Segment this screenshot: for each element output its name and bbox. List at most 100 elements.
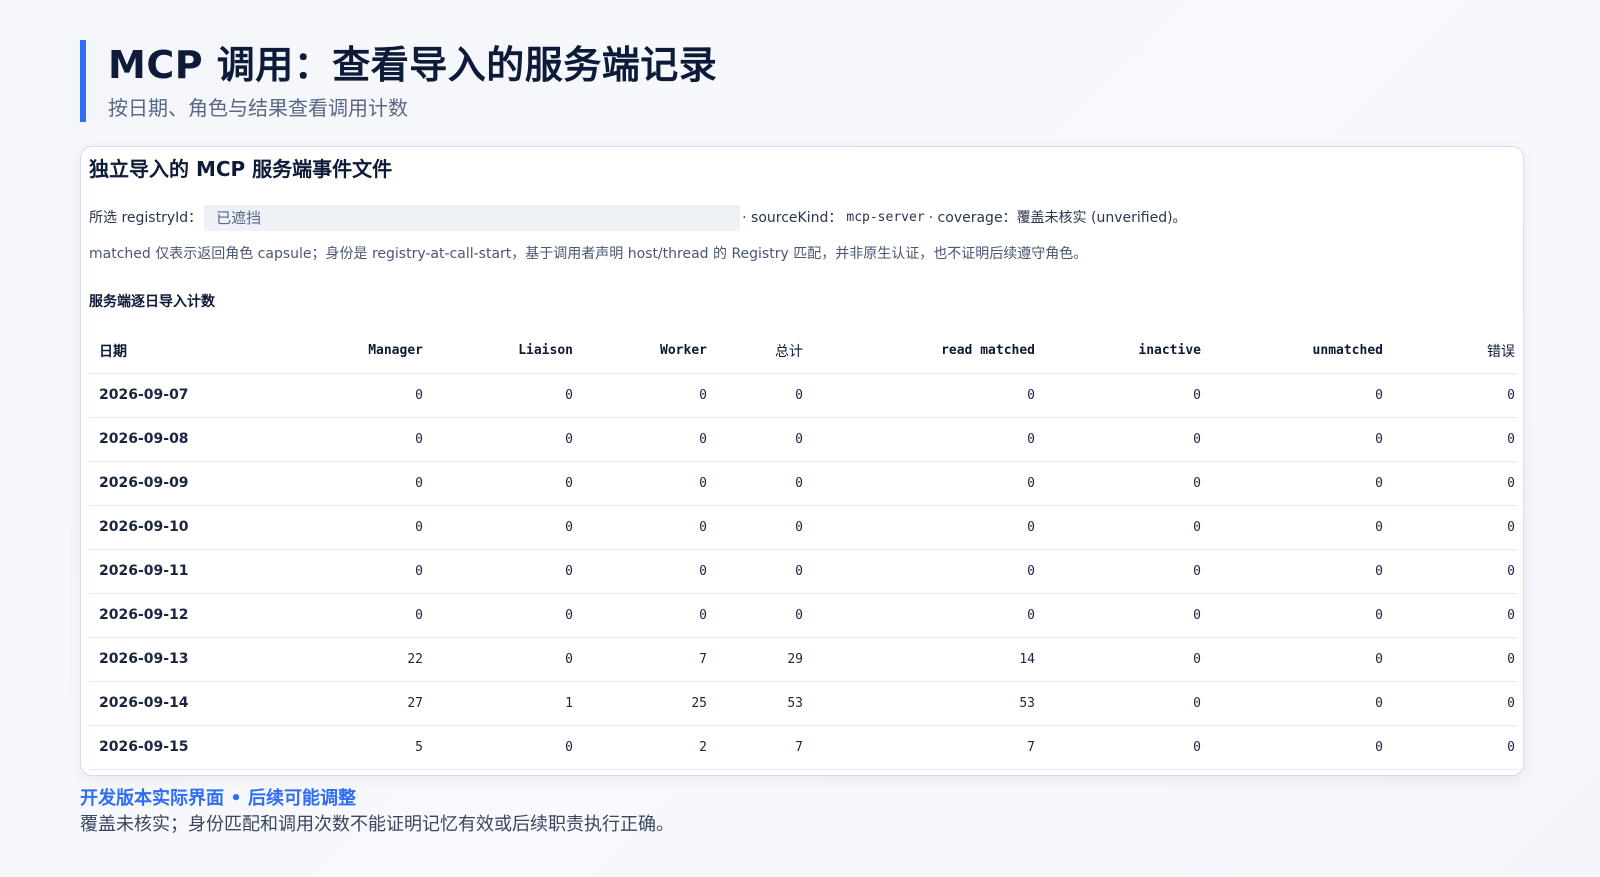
count-cell: 0 xyxy=(1203,637,1385,682)
count-cell: 0 xyxy=(425,593,575,638)
page-title: MCP 调用：查看导入的服务端记录 xyxy=(108,43,718,87)
column-header: unmatched xyxy=(1203,329,1385,374)
count-cell: 0 xyxy=(709,593,805,638)
column-header: 总计 xyxy=(709,329,805,374)
count-cell: 0 xyxy=(1037,505,1203,550)
count-cell: 0 xyxy=(1037,549,1203,594)
daily-import-table: 日期 Manager Liaison Worker 总计 read matched inac… xyxy=(89,329,1517,770)
table-row: 2026-09-12 0 0 0 0 0 0 0 0 xyxy=(89,593,1517,638)
table-row: 2026-09-08 0 0 0 0 0 0 0 0 xyxy=(89,417,1517,462)
row-date: 2026-09-10 xyxy=(89,505,249,550)
count-cell: 29 xyxy=(709,637,805,682)
count-cell: 53 xyxy=(805,681,1037,726)
table-row: 2026-09-09 0 0 0 0 0 0 0 0 xyxy=(89,461,1517,506)
row-date: 2026-09-08 xyxy=(89,417,249,462)
table-header-row: 日期 Manager Liaison Worker 总计 read matched inac… xyxy=(89,329,1517,374)
count-cell: 22 xyxy=(249,637,425,682)
count-cell: 0 xyxy=(1385,549,1517,594)
count-cell: 0 xyxy=(1203,681,1385,726)
count-cell: 0 xyxy=(249,549,425,594)
count-cell: 7 xyxy=(709,725,805,770)
count-cell: 0 xyxy=(425,637,575,682)
footer-label: 开发版本实际界面 • 后续可能调整 xyxy=(80,788,357,809)
count-cell: 0 xyxy=(249,461,425,506)
count-cell: 0 xyxy=(1037,681,1203,726)
count-cell: 0 xyxy=(1037,461,1203,506)
count-cell: 0 xyxy=(709,461,805,506)
column-header: Worker xyxy=(575,329,709,374)
page-header: MCP 调用：查看导入的服务端记录 按日期、角色与结果查看调用计数 xyxy=(80,40,717,122)
registry-id-masked-value: 已遮挡 xyxy=(204,205,741,231)
count-cell: 0 xyxy=(709,373,805,418)
column-header: 错误 xyxy=(1385,329,1517,374)
count-cell: 0 xyxy=(249,593,425,638)
count-cell: 5 xyxy=(249,725,425,770)
count-cell: 0 xyxy=(575,417,709,462)
count-cell: 0 xyxy=(575,593,709,638)
count-cell: 0 xyxy=(425,373,575,418)
count-cell: 0 xyxy=(425,417,575,462)
count-cell: 0 xyxy=(805,505,1037,550)
column-header: 日期 xyxy=(89,329,249,374)
column-header: inactive xyxy=(1037,329,1203,374)
table-row: 2026-09-15 5 0 2 7 7 0 0 0 xyxy=(89,725,1517,770)
count-cell: 0 xyxy=(1385,461,1517,506)
registry-meta: 所选 registryId： 已遮挡 · sourceKind： mcp-ser… xyxy=(89,205,1515,231)
table-row: 2026-09-13 22 0 7 29 14 0 0 0 xyxy=(89,637,1517,682)
page-subtitle: 按日期、角色与结果查看调用计数 xyxy=(108,96,408,120)
count-cell: 0 xyxy=(1385,637,1517,682)
count-cell: 0 xyxy=(1037,373,1203,418)
count-cell: 0 xyxy=(575,461,709,506)
row-date: 2026-09-09 xyxy=(89,461,249,506)
count-cell: 0 xyxy=(1203,373,1385,418)
row-date: 2026-09-11 xyxy=(89,549,249,594)
column-header: read matched xyxy=(805,329,1037,374)
count-cell: 0 xyxy=(425,461,575,506)
count-cell: 0 xyxy=(575,505,709,550)
count-cell: 53 xyxy=(709,681,805,726)
count-cell: 0 xyxy=(1037,725,1203,770)
source-kind-label: · sourceKind： xyxy=(742,210,843,226)
count-cell: 2 xyxy=(575,725,709,770)
count-cell: 0 xyxy=(1385,373,1517,418)
count-cell: 0 xyxy=(1385,505,1517,550)
source-kind-value: mcp-server xyxy=(846,210,925,225)
count-cell: 0 xyxy=(1203,725,1385,770)
count-cell: 0 xyxy=(425,505,575,550)
count-cell: 0 xyxy=(1203,461,1385,506)
row-date: 2026-09-14 xyxy=(89,681,249,726)
table-heading: 服务端逐日导入计数 xyxy=(89,294,215,310)
column-header: Liaison xyxy=(425,329,575,374)
count-cell: 0 xyxy=(425,549,575,594)
row-date: 2026-09-15 xyxy=(89,725,249,770)
table-row: 2026-09-14 27 1 25 53 53 0 0 0 xyxy=(89,681,1517,726)
count-cell: 0 xyxy=(1203,593,1385,638)
card-title: 独立导入的 MCP 服务端事件文件 xyxy=(89,157,393,181)
table-row: 2026-09-07 0 0 0 0 0 0 0 0 xyxy=(89,373,1517,418)
count-cell: 0 xyxy=(805,549,1037,594)
count-cell: 0 xyxy=(1203,417,1385,462)
count-cell: 0 xyxy=(249,417,425,462)
count-cell: 0 xyxy=(249,505,425,550)
row-date: 2026-09-12 xyxy=(89,593,249,638)
column-header: Manager xyxy=(249,329,425,374)
count-cell: 14 xyxy=(805,637,1037,682)
count-cell: 7 xyxy=(805,725,1037,770)
count-cell: 0 xyxy=(805,373,1037,418)
coverage-value: 覆盖未核实 (unverified)。 xyxy=(1016,210,1187,226)
table-row: 2026-09-10 0 0 0 0 0 0 0 0 xyxy=(89,505,1517,550)
count-cell: 25 xyxy=(575,681,709,726)
count-cell: 0 xyxy=(805,461,1037,506)
server-events-card: 独立导入的 MCP 服务端事件文件 所选 registryId： 已遮挡 · s… xyxy=(80,146,1524,776)
footer-disclaimer: 覆盖未核实；身份匹配和调用次数不能证明记忆有效或后续职责执行正确。 xyxy=(80,814,674,835)
count-cell: 0 xyxy=(575,373,709,418)
coverage-label: · coverage： xyxy=(928,210,1017,226)
count-cell: 0 xyxy=(1037,637,1203,682)
count-cell: 0 xyxy=(1385,681,1517,726)
registry-id-label: 所选 registryId： xyxy=(89,210,203,226)
row-date: 2026-09-13 xyxy=(89,637,249,682)
count-cell: 0 xyxy=(249,373,425,418)
count-cell: 27 xyxy=(249,681,425,726)
count-cell: 0 xyxy=(1203,549,1385,594)
count-cell: 0 xyxy=(1385,593,1517,638)
